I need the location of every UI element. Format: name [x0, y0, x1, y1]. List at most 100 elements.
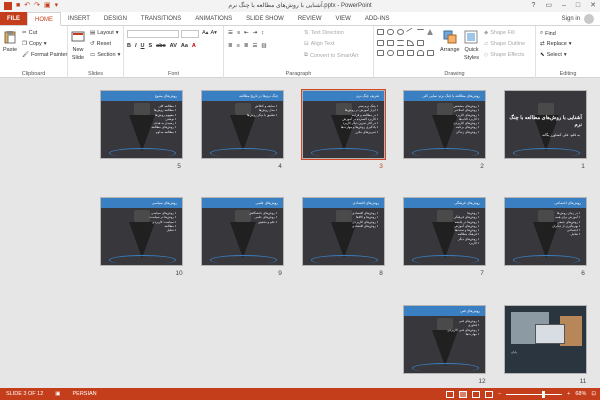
slide-thumbnail-11[interactable]: پایان: [504, 305, 587, 374]
shape-cloud-icon[interactable]: [387, 50, 394, 57]
shape-line-icon[interactable]: [405, 27, 416, 37]
shape-rounded-icon[interactable]: [387, 29, 394, 35]
shape-triangle-icon[interactable]: [427, 29, 433, 35]
shape-oval-icon[interactable]: [397, 29, 404, 35]
zoom-in-icon[interactable]: +: [567, 388, 570, 400]
slide-thumbnail-7[interactable]: روش‌های فرهنگی روش‌هاروش‌های فرهنگیروش‌ها…: [403, 197, 486, 266]
align-center-icon[interactable]: ≡: [237, 43, 240, 49]
font-color-icon[interactable]: A: [192, 43, 196, 49]
sign-in-link[interactable]: Sign in: [562, 12, 580, 26]
slide-thumbnail-3[interactable]: تعریف چنگ نرم چنگ نرم یعنیابزار آموزش در …: [301, 89, 386, 160]
tab-transitions[interactable]: TRANSITIONS: [134, 12, 188, 25]
numbering-icon[interactable]: ≡: [237, 30, 240, 36]
shape-more-icon[interactable]: [427, 40, 434, 46]
justify-icon[interactable]: ☰: [252, 43, 257, 49]
align-text-button[interactable]: ⊟ Align Text: [304, 41, 334, 47]
shape-outline-button[interactable]: ▱ Shape Outline: [484, 41, 525, 47]
help-button[interactable]: ?: [531, 0, 535, 12]
undo-icon[interactable]: ↶: [24, 0, 30, 12]
shape-star-icon[interactable]: [387, 39, 394, 46]
maximize-button[interactable]: □: [576, 0, 580, 12]
reset-button[interactable]: ↺ Reset: [90, 41, 111, 47]
slide-thumbnail-4[interactable]: چنگ نرم‌ها در تاریخ مطالعه سابقه و کنکاشم…: [201, 90, 284, 159]
tab-add-ins[interactable]: ADD-INS: [358, 12, 397, 25]
close-button[interactable]: ✕: [590, 0, 596, 12]
find-button[interactable]: ⌕ Find: [540, 30, 556, 37]
convert-smartart-button[interactable]: ⧉ Convert to SmartArt: [304, 52, 359, 59]
select-button[interactable]: ⬉ Select ▾: [540, 52, 567, 58]
normal-view-icon[interactable]: [446, 390, 455, 398]
shape-effects-button[interactable]: ◇ Shape Effects: [484, 52, 524, 58]
strikethrough-icon[interactable]: abc: [156, 43, 165, 49]
font-name-dropdown[interactable]: [127, 30, 179, 38]
customize-qat-icon[interactable]: ▾: [55, 0, 59, 12]
tab-insert[interactable]: INSERT: [61, 12, 97, 25]
copy-button[interactable]: ❐ Copy ▾: [22, 41, 47, 47]
align-right-icon[interactable]: ≣: [244, 43, 249, 49]
increase-indent-icon[interactable]: ⇥: [253, 30, 258, 36]
decrease-indent-icon[interactable]: ⇤: [244, 30, 249, 36]
slide-thumbnail-2[interactable]: روش‌های مطالعه با چنگ نرم: نمایی کلی روش‌…: [403, 90, 486, 159]
align-left-icon[interactable]: ≣: [228, 43, 233, 49]
line-spacing-icon[interactable]: ↕: [261, 30, 264, 36]
shape-hex-icon[interactable]: [377, 50, 384, 57]
slideshow-view-icon[interactable]: [485, 390, 494, 398]
tab-slide-show[interactable]: SLIDE SHOW: [239, 12, 291, 25]
fit-to-window-icon[interactable]: ⊡: [591, 388, 596, 400]
shape-cube-icon[interactable]: [407, 50, 414, 57]
slide-sorter-view-icon[interactable]: [459, 390, 468, 398]
reading-view-icon[interactable]: [472, 390, 481, 398]
shape-rectangle-icon[interactable]: [377, 29, 384, 35]
language-indicator[interactable]: PERSIAN: [67, 388, 103, 400]
start-slideshow-icon[interactable]: ▣: [44, 0, 51, 12]
tab-review[interactable]: REVIEW: [291, 12, 329, 25]
layout-button[interactable]: ▤ Layout ▾: [90, 30, 118, 36]
zoom-slider-thumb[interactable]: [542, 390, 546, 398]
font-size-dropdown[interactable]: [181, 30, 199, 38]
slide-thumbnail-6[interactable]: روش‌های اجتماعی در زمان روش‌هاآموزش برای …: [504, 197, 587, 266]
save-icon[interactable]: ■: [16, 0, 20, 12]
shape-cross-icon[interactable]: [397, 50, 404, 57]
shape-curve-icon[interactable]: [407, 39, 414, 46]
shapes-gallery[interactable]: [377, 27, 437, 59]
shadow-icon[interactable]: S: [149, 43, 153, 49]
shape-box-icon[interactable]: [417, 39, 424, 46]
tab-design[interactable]: DESIGN: [97, 12, 134, 25]
shape-brace-icon[interactable]: [397, 39, 404, 46]
format-painter-button[interactable]: 🖌 Format Painter: [22, 52, 67, 58]
new-slide-button[interactable]: New Slide: [71, 30, 85, 61]
slide-thumbnail-8[interactable]: روش‌های اقتصادیروش‌های اقتصادیروش‌ها و ک…: [302, 197, 385, 266]
zoom-level[interactable]: 68%: [575, 388, 586, 400]
italic-icon[interactable]: I: [135, 43, 137, 49]
bold-icon[interactable]: B: [127, 43, 131, 49]
tab-file[interactable]: FILE: [0, 12, 27, 25]
slide-thumbnail-5[interactable]: روش‌های متنوع مطالعه کلیمطالعه روش‌هامفهو…: [100, 90, 183, 159]
change-case-icon[interactable]: Aa: [181, 43, 188, 49]
zoom-out-icon[interactable]: –: [498, 388, 501, 400]
tab-home[interactable]: HOME: [27, 12, 61, 26]
tab-animations[interactable]: ANIMATIONS: [188, 12, 239, 25]
slide-thumbnail-12[interactable]: روش‌های فنی روش‌های فنیفناوریروش‌های فنی …: [403, 305, 486, 374]
shape-arrow-icon[interactable]: [417, 29, 424, 35]
section-button[interactable]: ▭ Section ▾: [90, 52, 120, 58]
shape-callout-icon[interactable]: [377, 39, 384, 46]
slide-thumbnail-9[interactable]: روش‌های علمی روش‌های دانشگاهیروش‌های علمی…: [201, 197, 284, 266]
shape-fill-button[interactable]: ◆ Shape Fill: [484, 30, 515, 36]
spell-check-icon[interactable]: ▣: [49, 388, 66, 400]
shape-wave-icon[interactable]: [427, 50, 434, 57]
redo-icon[interactable]: ↷: [34, 0, 40, 12]
quick-styles-button[interactable]: Quick Styles: [464, 30, 479, 61]
slide-thumbnail-10[interactable]: روش‌های سیاسی روش‌های سیاسیروش‌ها در سیاس…: [100, 197, 183, 266]
shape-heart-icon[interactable]: [417, 50, 424, 57]
underline-icon[interactable]: U: [141, 43, 145, 49]
ribbon-display-button[interactable]: ▭: [545, 0, 552, 12]
bullets-icon[interactable]: ☰: [228, 30, 233, 36]
tab-view[interactable]: VIEW: [329, 12, 358, 25]
paste-button[interactable]: Paste: [3, 30, 17, 53]
arrange-button[interactable]: Arrange: [440, 30, 460, 53]
minimize-button[interactable]: –: [562, 0, 566, 12]
spacing-icon[interactable]: AV: [170, 43, 177, 49]
font-grow-shrink[interactable]: A▴ A▾: [202, 30, 217, 36]
slide-thumbnail-1[interactable]: آشنایی با روش‌های مطالعه با چنگ نرم به قل…: [504, 90, 587, 159]
text-direction-button[interactable]: ⇅ Text Direction: [304, 30, 344, 36]
